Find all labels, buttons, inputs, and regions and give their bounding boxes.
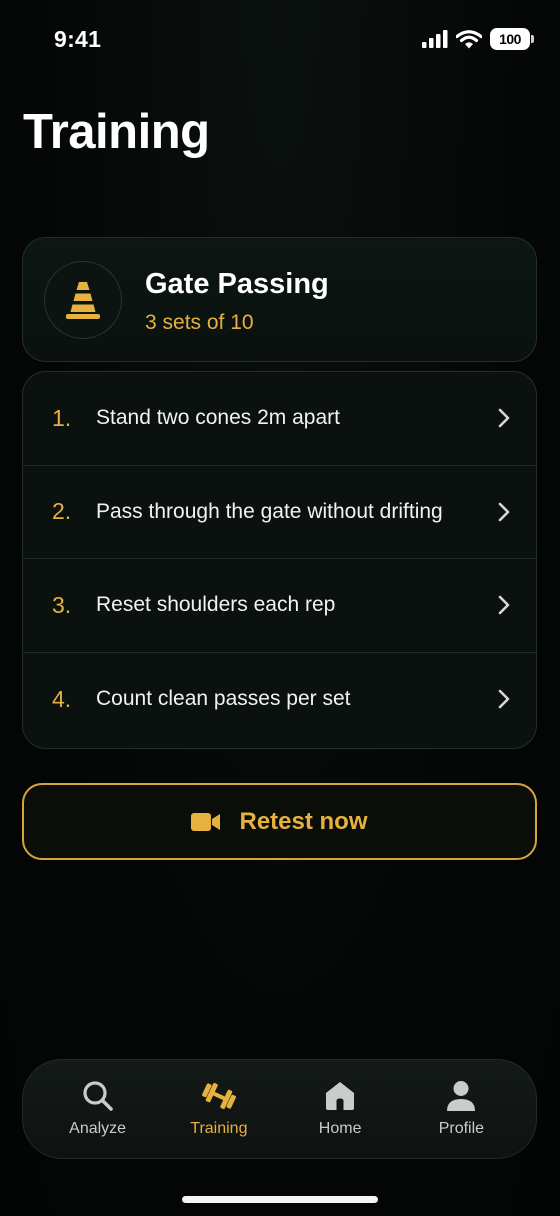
home-icon xyxy=(326,1082,355,1110)
drill-icon-badge xyxy=(44,261,122,339)
dumbbell-icon xyxy=(201,1082,236,1110)
chevron-right-icon xyxy=(498,689,510,709)
battery-indicator: 100 xyxy=(490,28,534,50)
tab-label: Home xyxy=(318,1120,362,1137)
person-icon xyxy=(447,1081,476,1111)
tab-bar: Analyze Training Home Profile xyxy=(22,1059,537,1159)
tab-home[interactable]: Home xyxy=(290,1080,390,1138)
step-text: Reset shoulders each rep xyxy=(96,593,336,617)
step-row-1[interactable]: 1. Stand two cones 2m apart xyxy=(23,372,536,466)
step-text: Count clean passes per set xyxy=(96,687,351,711)
step-number: 3. xyxy=(52,591,72,618)
wifi-icon xyxy=(456,29,482,48)
traffic-cone-icon xyxy=(66,282,100,319)
retest-button[interactable]: Retest now xyxy=(22,783,537,860)
steps-list: 1. Stand two cones 2m apart 2. Pass thro… xyxy=(22,371,537,749)
step-text: Pass through the gate without drifting xyxy=(96,499,443,523)
status-time: 9:41 xyxy=(54,26,102,52)
home-indicator[interactable] xyxy=(182,1196,378,1203)
search-icon xyxy=(83,1081,113,1111)
tab-training[interactable]: Training xyxy=(169,1080,269,1138)
cellular-signal-icon xyxy=(422,30,448,48)
chevron-right-icon xyxy=(498,595,510,615)
chevron-right-icon xyxy=(498,408,510,428)
drill-title: Gate Passing xyxy=(145,268,329,300)
step-row-4[interactable]: 4. Count clean passes per set xyxy=(23,653,536,747)
drill-header-card: Gate Passing 3 sets of 10 xyxy=(22,237,537,362)
drill-subtitle: 3 sets of 10 xyxy=(145,311,254,334)
step-row-2[interactable]: 2. Pass through the gate without driftin… xyxy=(23,466,536,559)
step-number: 2. xyxy=(52,498,72,525)
video-camera-icon xyxy=(191,812,221,831)
tab-profile[interactable]: Profile xyxy=(411,1080,511,1138)
step-row-3[interactable]: 3. Reset shoulders each rep xyxy=(23,559,536,653)
training-screen: 9:41 100 Training Gate Passing 3 sets of xyxy=(0,0,560,1216)
status-icons: 100 xyxy=(422,28,534,50)
tab-label: Profile xyxy=(438,1120,485,1137)
step-number: 1. xyxy=(52,404,72,431)
step-number: 4. xyxy=(52,685,72,712)
step-text: Stand two cones 2m apart xyxy=(96,406,340,430)
tab-analyze[interactable]: Analyze xyxy=(48,1080,148,1138)
page-title: Training xyxy=(23,105,210,159)
tab-label: Analyze xyxy=(69,1120,127,1137)
retest-label: Retest now xyxy=(239,807,368,835)
chevron-right-icon xyxy=(498,502,510,522)
tab-label: Training xyxy=(190,1120,248,1137)
